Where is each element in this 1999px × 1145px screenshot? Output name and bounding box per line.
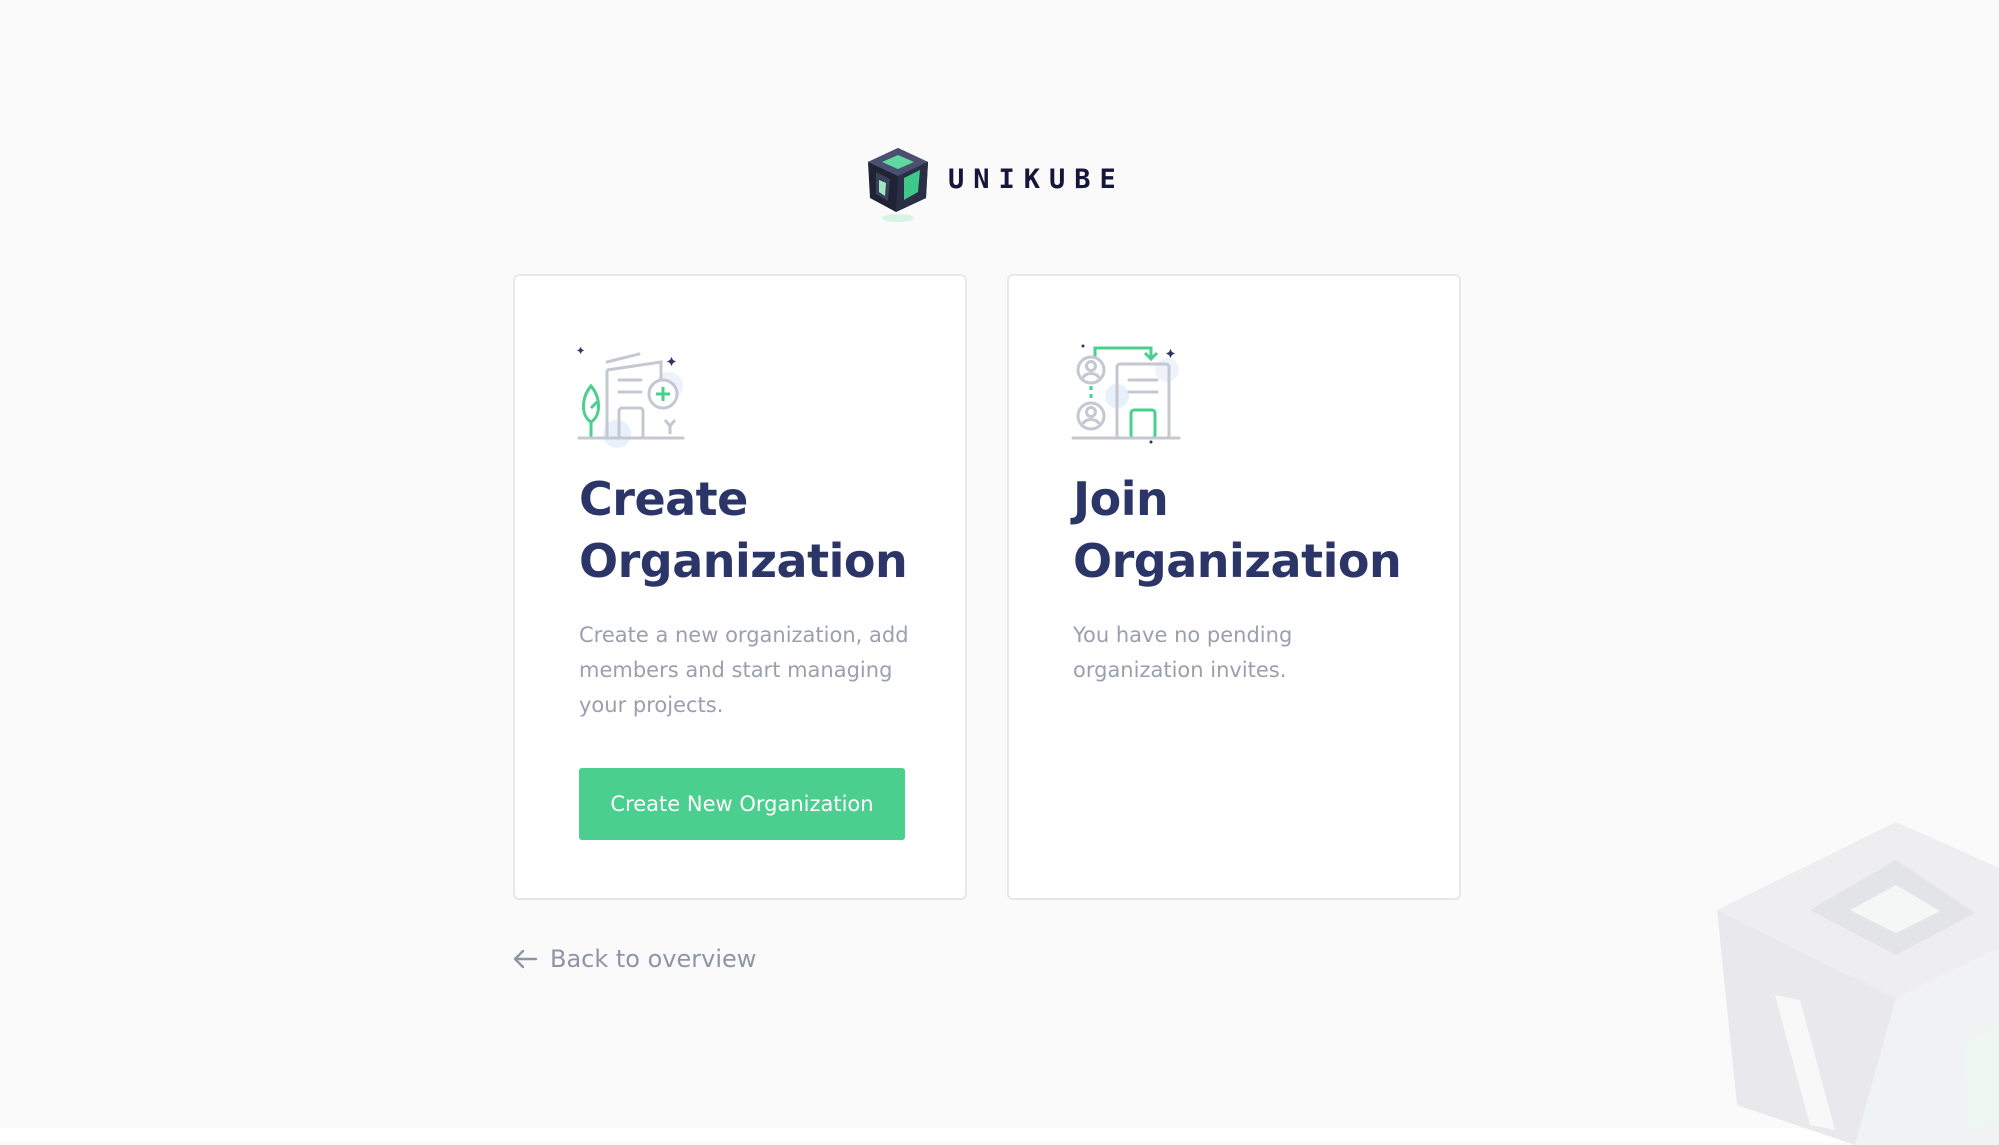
create-new-organization-button[interactable]: Create New Organization: [579, 768, 905, 840]
back-to-overview-label: Back to overview: [550, 945, 757, 973]
arrow-left-icon: [513, 949, 538, 969]
brand-name: UNIKUBE: [948, 164, 1125, 195]
bottom-strip: [0, 1128, 1999, 1142]
join-organization-description: You have no pending organization invites…: [1073, 623, 1293, 682]
join-organization-title: Join Organization: [1073, 472, 1402, 588]
building-add-icon: [577, 346, 685, 448]
join-organization-card: Join Organization You have no pending or…: [1007, 274, 1461, 900]
unikube-cube-icon: [868, 148, 928, 222]
background-cube-graphic: [1717, 822, 1999, 1145]
create-organization-description: Create a new organization, add members a…: [579, 623, 909, 717]
brand-logo: UNIKUBE: [866, 146, 1126, 226]
people-join-building-icon: [1071, 344, 1181, 444]
create-organization-card: Create Organization Create a new organiz…: [513, 274, 967, 900]
create-organization-title: Create Organization: [579, 472, 908, 588]
back-to-overview-link[interactable]: Back to overview: [512, 941, 756, 977]
